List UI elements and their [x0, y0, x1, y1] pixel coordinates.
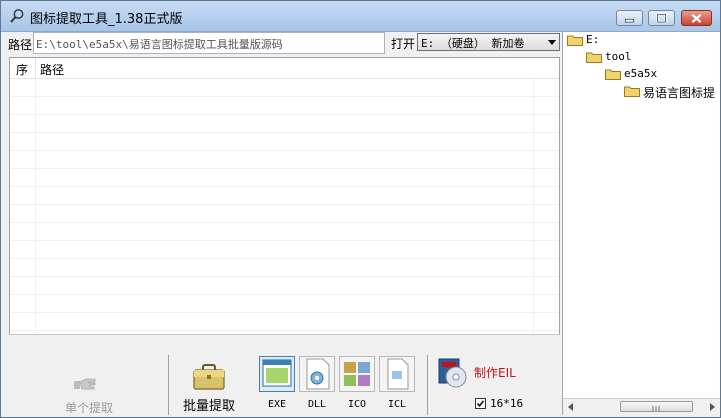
chevron-down-icon[interactable] — [548, 40, 556, 45]
title-bar[interactable]: 图标提取工具_1.38正式版 — [1, 1, 720, 32]
size-option[interactable]: 16*16 — [475, 397, 535, 411]
scroll-left-icon[interactable] — [568, 403, 573, 411]
icl-type-button[interactable]: ICL — [378, 355, 416, 413]
grid-line — [10, 276, 559, 277]
minimize-icon — [624, 18, 635, 23]
grid-line — [10, 222, 559, 223]
dll-type-button[interactable]: DLL — [298, 355, 336, 413]
scroll-right-icon[interactable] — [710, 403, 715, 411]
close-icon — [691, 13, 702, 24]
grid-line — [10, 240, 559, 241]
tree-node-label: e5a5x — [624, 67, 658, 80]
tree-node-label: 易语言图标提 — [643, 86, 716, 100]
briefcase-icon — [193, 364, 225, 390]
folder-tree[interactable]: E: tool e5a5x 易语言图标提 — [562, 32, 720, 398]
batch-extract-label: 批量提取 — [182, 399, 235, 414]
folder-open-icon — [586, 52, 602, 63]
main-window: 图标提取工具_1.38正式版 路径 E:\tool\e5a5x\易语言图标提取工… — [0, 0, 721, 418]
grip-icon — [652, 406, 660, 411]
grid-line — [35, 78, 36, 334]
grid-line — [10, 150, 559, 151]
make-eil-label: 制作EIL — [474, 366, 516, 380]
hand-icon — [74, 378, 96, 390]
column-index[interactable]: 序 — [16, 61, 28, 78]
folder-open-icon — [605, 69, 621, 80]
icl-document-icon — [379, 356, 415, 392]
grid-line — [10, 294, 559, 295]
bottom-toolbar: 单个提取 批量提取 EXE DLL ICO ICL 制作EIL 16*16 — [9, 334, 560, 415]
client-area: 路径 E:\tool\e5a5x\易语言图标提取工具批量版源码 打开 E: （硬… — [1, 32, 720, 417]
maximize-button[interactable] — [648, 10, 675, 26]
grid-line — [10, 330, 559, 331]
file-list[interactable]: 序 路径 — [9, 57, 560, 335]
size-option-label: 16*16 — [490, 397, 524, 410]
single-extract-label: 单个提取 — [64, 401, 113, 415]
grid-line — [10, 132, 559, 133]
close-button[interactable] — [681, 10, 712, 26]
grid-line — [533, 78, 534, 334]
dll-label: DLL — [307, 399, 327, 410]
ico-label: ICO — [347, 399, 367, 410]
column-path[interactable]: 路径 — [40, 61, 64, 78]
scrollbar-thumb[interactable] — [620, 401, 693, 412]
tree-node-label: tool — [605, 50, 632, 63]
grid-line — [10, 204, 559, 205]
disc-installer-icon — [438, 358, 467, 388]
magnifier-icon — [10, 9, 24, 23]
tree-node-label: E: — [586, 33, 600, 46]
open-label: 打开 — [391, 37, 416, 51]
icl-label: ICL — [387, 399, 407, 410]
batch-extract-button[interactable]: 批量提取 — [181, 359, 237, 414]
grid-line — [10, 96, 559, 97]
dll-gear-icon — [299, 356, 335, 392]
folder-open-icon — [624, 86, 640, 97]
drive-select-value: E: （硬盘） 新加卷 — [421, 37, 525, 50]
folder-open-icon — [567, 35, 583, 46]
list-header: 序 路径 — [10, 58, 559, 79]
size-checkbox[interactable] — [475, 398, 486, 409]
make-eil-button[interactable]: 制作EIL — [436, 355, 526, 388]
exe-label: EXE — [267, 399, 287, 410]
exe-type-button[interactable]: EXE — [258, 355, 296, 413]
grid-line — [10, 258, 559, 259]
grid-line — [10, 186, 559, 187]
tree-horizontal-scrollbar[interactable] — [562, 398, 720, 415]
column-divider[interactable] — [35, 58, 36, 78]
grid-line — [10, 114, 559, 115]
ico-images-icon — [339, 356, 375, 392]
window-title: 图标提取工具_1.38正式版 — [30, 12, 183, 27]
ico-type-button[interactable]: ICO — [338, 355, 376, 413]
maximize-icon — [656, 13, 667, 24]
exe-window-icon — [259, 356, 295, 392]
path-label: 路径 — [8, 38, 33, 52]
minimize-button[interactable] — [616, 10, 643, 26]
path-input[interactable]: E:\tool\e5a5x\易语言图标提取工具批量版源码 — [33, 32, 385, 54]
drive-select[interactable]: E: （硬盘） 新加卷 — [417, 33, 560, 51]
grid-line — [10, 168, 559, 169]
grid-line — [10, 312, 559, 313]
checkmark-icon — [476, 400, 485, 407]
single-extract-button[interactable]: 单个提取 — [59, 373, 119, 415]
